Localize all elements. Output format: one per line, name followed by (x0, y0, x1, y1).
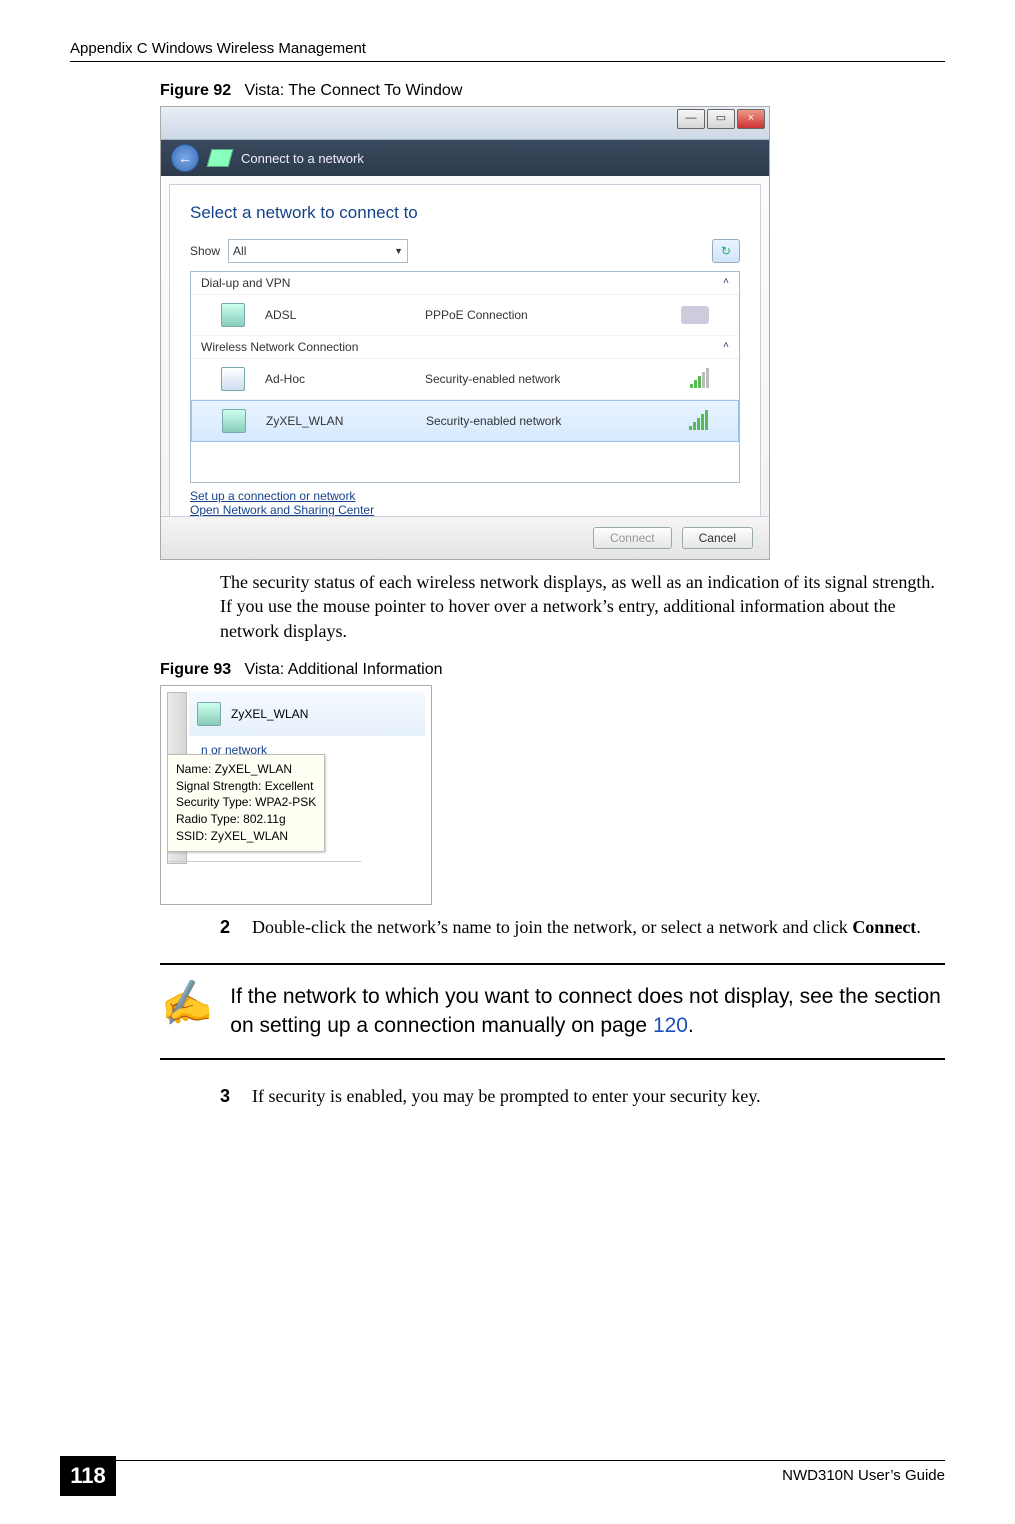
vista-titlebar: — ▭ × (161, 107, 769, 140)
select-heading: Select a network to connect to (190, 203, 740, 223)
wlan-icon (197, 702, 221, 726)
step-number: 3 (220, 1084, 238, 1108)
cancel-button[interactable]: Cancel (682, 527, 753, 549)
show-combobox[interactable]: All ▼ (228, 239, 408, 263)
para-after-fig92: The security status of each wireless net… (220, 570, 945, 643)
connect-to-title: Connect to a network (241, 151, 364, 166)
network-row-zyxel[interactable]: ZyXEL_WLAN Security-enabled network (191, 400, 739, 442)
figure-93-image: ZyXEL_WLAN n or network Sharing Center N… (160, 685, 432, 905)
network-name: ADSL (265, 308, 405, 322)
running-head: Appendix C Windows Wireless Management (70, 40, 945, 62)
network-row-adsl[interactable]: ADSL PPPoE Connection (191, 295, 739, 336)
vista-nav-row: ← Connect to a network (161, 140, 769, 176)
network-name: Ad-Hoc (265, 372, 405, 386)
divider (169, 861, 361, 862)
figure-93-title: Vista: Additional Information (244, 661, 442, 678)
network-icon (207, 149, 234, 167)
step-text: If security is enabled, you may be promp… (252, 1084, 761, 1108)
network-list: Dial-up and VPN ˄ ADSL PPPoE Connection … (190, 271, 740, 483)
close-button[interactable]: × (737, 109, 765, 129)
figure-93-label: Figure 93 (160, 661, 231, 678)
refresh-icon: ↻ (721, 244, 731, 258)
figure-92-caption: Figure 92 Vista: The Connect To Window (160, 82, 945, 100)
group-dialup: Dial-up and VPN ˄ (191, 272, 739, 295)
tooltip-line: Signal Strength: Excellent (176, 778, 316, 795)
signal-icon (690, 370, 709, 388)
tooltip-line: Radio Type: 802.11g (176, 811, 316, 828)
connect-button[interactable]: Connect (593, 527, 672, 549)
group-wireless: Wireless Network Connection ˄ (191, 336, 739, 359)
tooltip-line: Name: ZyXEL_WLAN (176, 761, 316, 778)
note-post: . (688, 1014, 694, 1037)
step-2-pre: Double-click the network’s name to join … (252, 917, 852, 937)
collapse-icon[interactable]: ˄ (723, 340, 729, 354)
minimize-button[interactable]: — (677, 109, 705, 129)
network-name: ZyXEL_WLAN (266, 414, 406, 428)
network-row-adhoc[interactable]: Ad-Hoc Security-enabled network (191, 359, 739, 400)
tooltip-line: Security Type: WPA2-PSK (176, 794, 316, 811)
step-2: 2 Double-click the network’s name to joi… (220, 915, 945, 939)
vista-body: Select a network to connect to Show All … (169, 184, 761, 552)
signal-icon (689, 412, 708, 430)
note-icon: ✍ (157, 980, 215, 1029)
footer-bar: NWD310N User’s Guide (70, 1460, 945, 1484)
note-callout: ✍ If the network to which you want to co… (160, 963, 945, 1060)
vista-footer: Connect Cancel (161, 516, 769, 559)
link-open-sharing-center[interactable]: Open Network and Sharing Center (190, 503, 740, 517)
tooltip-line: SSID: ZyXEL_WLAN (176, 828, 316, 845)
show-label: Show (190, 244, 220, 258)
network-type: PPPoE Connection (425, 308, 661, 322)
step-3: 3 If security is enabled, you may be pro… (220, 1084, 945, 1108)
note-text: If the network to which you want to conn… (230, 983, 945, 1040)
network-row-zyxel[interactable]: ZyXEL_WLAN (189, 692, 425, 736)
guide-title: NWD310N User’s Guide (782, 1467, 945, 1484)
collapse-icon[interactable]: ˄ (723, 276, 729, 290)
refresh-button[interactable]: ↻ (712, 239, 740, 263)
device-icon (681, 306, 709, 324)
chevron-down-icon: ▼ (394, 246, 403, 256)
note-pre: If the network to which you want to conn… (230, 985, 941, 1036)
group-wireless-label: Wireless Network Connection (201, 340, 358, 354)
back-button[interactable]: ← (171, 144, 199, 172)
adhoc-icon (221, 367, 245, 391)
figure-92-title: Vista: The Connect To Window (244, 82, 462, 99)
link-setup-connection[interactable]: Set up a connection or network (190, 489, 740, 503)
network-name: ZyXEL_WLAN (231, 707, 308, 721)
show-value: All (233, 244, 246, 258)
network-type: Security-enabled network (426, 414, 669, 428)
step-text: Double-click the network’s name to join … (252, 915, 921, 939)
figure-92-label: Figure 92 (160, 82, 231, 99)
group-dialup-label: Dial-up and VPN (201, 276, 290, 290)
step-number: 2 (220, 915, 238, 939)
step-2-bold: Connect (852, 917, 916, 937)
network-type: Security-enabled network (425, 372, 670, 386)
note-link[interactable]: 120 (653, 1014, 688, 1037)
figure-93-caption: Figure 93 Vista: Additional Information (160, 661, 945, 679)
modem-icon (221, 303, 245, 327)
network-tooltip: Name: ZyXEL_WLAN Signal Strength: Excell… (167, 754, 325, 852)
maximize-button[interactable]: ▭ (707, 109, 735, 129)
wlan-icon (222, 409, 246, 433)
figure-92-image: — ▭ × ← Connect to a network Select a ne… (160, 106, 770, 560)
step-2-post: . (916, 917, 921, 937)
